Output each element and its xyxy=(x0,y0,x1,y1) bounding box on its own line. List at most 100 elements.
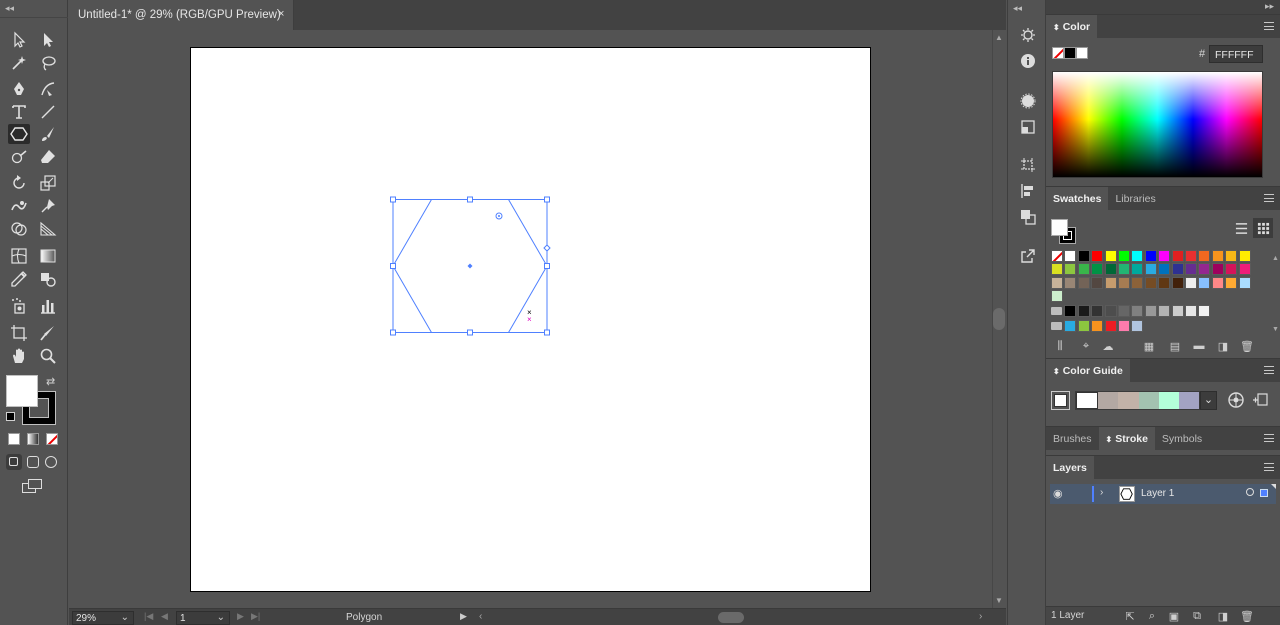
swatch[interactable] xyxy=(1158,276,1171,289)
draw-inside-button[interactable] xyxy=(45,456,57,468)
artboards-panel-icon[interactable] xyxy=(1008,152,1047,178)
swatch[interactable] xyxy=(1198,250,1211,262)
line-segment-tool[interactable] xyxy=(37,102,59,122)
swatch[interactable] xyxy=(1064,305,1077,317)
swatch[interactable] xyxy=(1171,305,1184,317)
status-menu-icon[interactable]: ▶ xyxy=(460,611,467,622)
new-color-group-icon[interactable]: ▬ xyxy=(1191,339,1207,353)
swatch[interactable] xyxy=(1064,276,1077,289)
swatch[interactable] xyxy=(1131,263,1144,276)
list-view-button[interactable] xyxy=(1232,219,1250,237)
mesh-tool[interactable] xyxy=(8,246,30,266)
draw-behind-button[interactable] xyxy=(27,456,39,468)
swatch[interactable] xyxy=(1238,263,1251,276)
hex-input[interactable]: FFFFFF xyxy=(1209,45,1263,63)
swatch[interactable] xyxy=(1238,276,1251,289)
swatch[interactable] xyxy=(1077,320,1090,332)
make-clipping-mask-icon[interactable]: ▣ xyxy=(1166,609,1182,623)
tab-symbols[interactable]: Symbols xyxy=(1155,427,1209,451)
first-artboard-icon[interactable]: |◀ xyxy=(144,611,153,622)
eraser-tool[interactable] xyxy=(37,147,59,167)
layer-row[interactable]: ◉ › Layer 1 xyxy=(1050,484,1276,504)
scroll-up-icon[interactable]: ▲ xyxy=(995,33,1003,42)
swatch[interactable] xyxy=(1198,276,1211,289)
grid-view-button[interactable] xyxy=(1253,218,1273,238)
swatch[interactable] xyxy=(1104,250,1117,262)
swatch[interactable] xyxy=(1131,320,1144,332)
swatch[interactable] xyxy=(1185,250,1197,262)
swatch[interactable] xyxy=(1118,320,1130,332)
gradient-mode-button[interactable] xyxy=(27,433,39,445)
swatches-scroll-up-icon[interactable]: ▲ xyxy=(1272,255,1279,262)
color-panel-menu-icon[interactable] xyxy=(1264,22,1274,30)
horizontal-scroll-thumb[interactable] xyxy=(718,612,744,623)
swatch[interactable] xyxy=(1211,263,1224,276)
swatch[interactable] xyxy=(1158,305,1171,317)
zoom-field[interactable]: 29% ⌄ xyxy=(72,611,134,625)
swatch[interactable] xyxy=(1198,305,1211,317)
swatch[interactable] xyxy=(1211,250,1224,262)
tab-stroke[interactable]: ⬍ Stroke xyxy=(1098,427,1155,451)
last-artboard-icon[interactable]: ▶| xyxy=(251,611,260,622)
direct-selection-tool[interactable] xyxy=(37,30,59,50)
new-sublayer-icon[interactable]: ⧉ xyxy=(1189,609,1205,623)
previous-artboard-icon[interactable]: ◀ xyxy=(161,611,168,622)
color-group-folder-icon[interactable] xyxy=(1051,322,1062,330)
close-tab-icon[interactable]: × xyxy=(278,8,284,20)
swatch[interactable] xyxy=(1064,263,1077,276)
vertical-scroll-thumb[interactable] xyxy=(993,308,1005,330)
delete-layer-icon[interactable]: 🗑 xyxy=(1239,609,1255,623)
locate-object-icon[interactable]: ⌕ xyxy=(1144,609,1160,623)
gradient-tool[interactable] xyxy=(37,246,59,266)
dock-collapse-icon[interactable]: ▸▸ xyxy=(1265,1,1274,12)
base-color-swatch[interactable] xyxy=(1051,391,1070,410)
swatch[interactable] xyxy=(1091,305,1104,317)
swatch[interactable] xyxy=(1185,305,1197,317)
selection-tool[interactable] xyxy=(8,30,30,50)
swatch[interactable] xyxy=(1104,263,1117,276)
default-colors-icon[interactable] xyxy=(6,412,15,421)
harmony-swatch[interactable] xyxy=(1118,392,1139,409)
swatch[interactable] xyxy=(1104,320,1117,332)
swatch[interactable] xyxy=(1158,250,1171,262)
swatch[interactable] xyxy=(1051,250,1063,262)
scroll-down-icon[interactable]: ▼ xyxy=(995,596,1003,605)
shaper-tool[interactable] xyxy=(8,147,30,167)
swatch[interactable] xyxy=(1198,263,1211,276)
color-none-swatch[interactable] xyxy=(1052,47,1064,59)
swatch[interactable] xyxy=(1118,276,1130,289)
tab-brushes[interactable]: Brushes xyxy=(1046,427,1099,451)
shape-builder-tool[interactable] xyxy=(8,219,30,239)
swatch[interactable] xyxy=(1077,305,1090,317)
color-white-swatch[interactable] xyxy=(1076,47,1088,59)
rotate-tool[interactable] xyxy=(8,173,30,193)
delete-swatch-icon[interactable]: 🗑 xyxy=(1239,339,1255,353)
lasso-tool[interactable] xyxy=(37,53,59,73)
tab-color[interactable]: ⬍ Color xyxy=(1046,15,1098,39)
color-black-swatch[interactable] xyxy=(1064,47,1076,59)
fill-swatch[interactable] xyxy=(6,375,38,407)
symbol-sprayer-tool[interactable] xyxy=(8,296,30,316)
polygon-tool[interactable] xyxy=(8,124,30,144)
curvature-tool[interactable] xyxy=(37,79,59,99)
pen-tool[interactable] xyxy=(8,79,30,99)
swatches-fill-indicator[interactable] xyxy=(1051,219,1068,236)
change-screen-mode-button[interactable] xyxy=(22,479,44,495)
swatch[interactable] xyxy=(1051,263,1063,276)
tab-layers[interactable]: Layers xyxy=(1046,456,1094,480)
swatch[interactable] xyxy=(1144,276,1157,289)
puppet-warp-tool[interactable] xyxy=(37,196,59,216)
harmony-swatch[interactable] xyxy=(1138,392,1159,409)
swatch[interactable] xyxy=(1104,305,1117,317)
next-artboard-icon[interactable]: ▶ xyxy=(237,611,244,622)
edit-colors-button[interactable] xyxy=(1227,391,1245,409)
blend-tool[interactable] xyxy=(37,269,59,289)
place-swatches-icon[interactable]: ⌖ xyxy=(1078,339,1094,353)
appearance-panel-icon[interactable] xyxy=(1008,22,1047,48)
tab-libraries[interactable]: Libraries xyxy=(1108,187,1162,211)
harmony-swatch[interactable] xyxy=(1158,392,1179,409)
none-mode-button[interactable] xyxy=(46,433,58,445)
swatch[interactable] xyxy=(1131,250,1144,262)
export-panel-icon[interactable] xyxy=(1008,243,1047,269)
swatch-options-icon[interactable]: ▤ xyxy=(1167,339,1183,353)
